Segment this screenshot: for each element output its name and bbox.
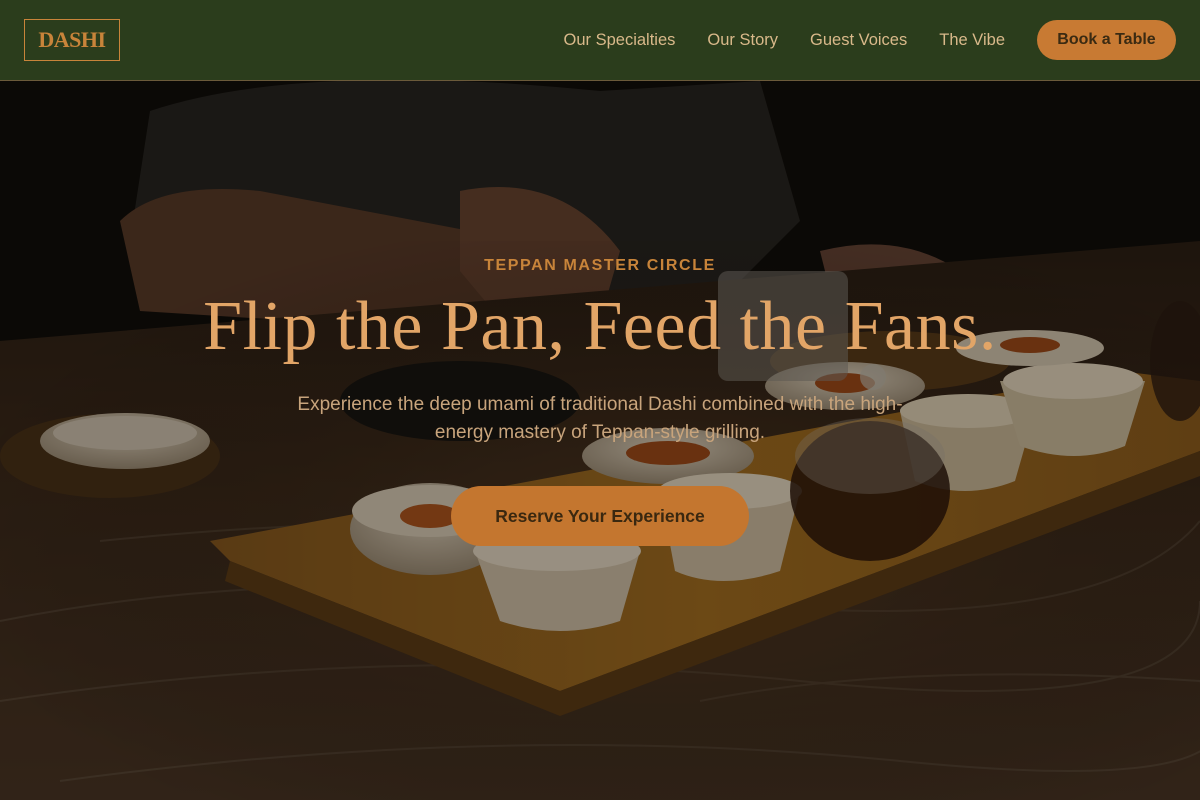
- book-table-button[interactable]: Book a Table: [1037, 20, 1176, 60]
- nav-link-story[interactable]: Our Story: [707, 31, 778, 50]
- main-nav: Our Specialties Our Story Guest Voices T…: [564, 20, 1176, 60]
- hero-content: TEPPAN MASTER CIRCLE Flip the Pan, Feed …: [0, 81, 1200, 800]
- nav-link-vibe[interactable]: The Vibe: [939, 31, 1005, 50]
- reserve-experience-button[interactable]: Reserve Your Experience: [451, 486, 749, 546]
- hero-eyebrow: TEPPAN MASTER CIRCLE: [484, 257, 716, 274]
- site-header: DASHI Our Specialties Our Story Guest Vo…: [0, 0, 1200, 81]
- nav-link-guest-voices[interactable]: Guest Voices: [810, 31, 907, 50]
- hero-section: TEPPAN MASTER CIRCLE Flip the Pan, Feed …: [0, 81, 1200, 800]
- nav-link-specialties[interactable]: Our Specialties: [564, 31, 676, 50]
- hero-subline: Experience the deep umami of traditional…: [297, 394, 903, 443]
- brand-logo[interactable]: DASHI: [24, 19, 120, 61]
- hero-headline: Flip the Pan, Feed the Fans.: [203, 288, 997, 365]
